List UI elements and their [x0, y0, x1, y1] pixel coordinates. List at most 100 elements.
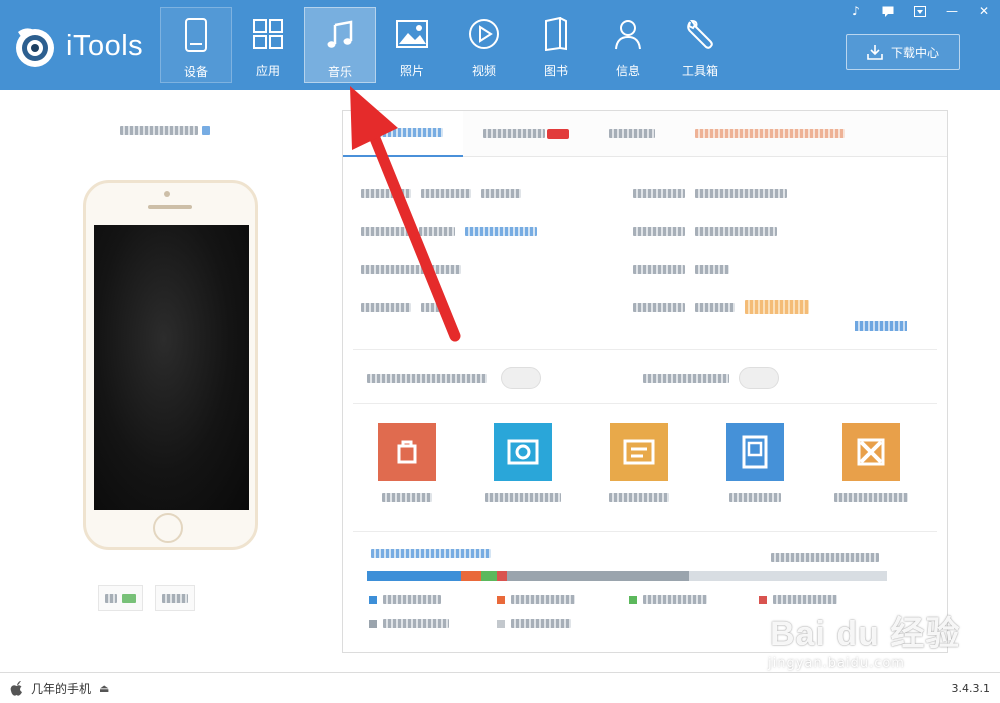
- info-tab[interactable]: [675, 111, 865, 157]
- app-logo-text: iTools: [66, 30, 144, 62]
- dropdown-icon[interactable]: [904, 0, 936, 22]
- quick-tool[interactable]: [463, 423, 583, 502]
- device-action-button[interactable]: [98, 585, 143, 611]
- divider: [353, 531, 937, 532]
- download-center-label: 下载中心: [890, 45, 939, 60]
- nav-video-label: 视频: [471, 64, 496, 78]
- nav-apps-label: 应用: [255, 64, 280, 78]
- quick-tool[interactable]: [347, 423, 467, 502]
- info-row: [633, 223, 777, 239]
- pixelated-text: [633, 188, 685, 198]
- pixelated-text: [633, 264, 685, 274]
- nav-toolbox-label: 工具箱: [681, 64, 718, 78]
- pixelated-text: [643, 374, 729, 383]
- pixelated-text: [834, 493, 908, 502]
- music-note-icon: [322, 17, 358, 53]
- pixelated-text: [367, 374, 487, 383]
- info-row: [633, 185, 787, 201]
- tool-tile-icon: [610, 423, 668, 481]
- pixelated-text: [773, 595, 837, 604]
- pixelated-text: [695, 226, 777, 236]
- wrench-icon: [682, 16, 718, 52]
- nav-music[interactable]: 音乐: [304, 7, 376, 83]
- storage-segment: [481, 571, 497, 581]
- nav-books[interactable]: 图书: [520, 7, 592, 83]
- pixelated-text: [633, 226, 685, 236]
- storage-legend-item: [759, 595, 837, 604]
- watermark-main: Bai du 经验: [770, 615, 961, 653]
- pixelated-text: [695, 264, 729, 274]
- quick-tools: [359, 423, 939, 513]
- info-tab[interactable]: [463, 111, 589, 157]
- pixelated-link[interactable]: [465, 226, 537, 236]
- storage-bar: [367, 571, 887, 581]
- download-center-button[interactable]: 下载中心: [846, 34, 960, 70]
- pixelated-text: [383, 595, 441, 604]
- music-icon[interactable]: ♪: [840, 0, 872, 22]
- user-icon: [610, 16, 646, 52]
- baidu-watermark: Bai du 经验 jingyan.baidu.com: [750, 606, 990, 680]
- phone-home-button: [153, 513, 183, 543]
- quick-tool[interactable]: [579, 423, 699, 502]
- annotation-arrow: [350, 86, 461, 342]
- nav-messages-label: 信息: [615, 64, 640, 78]
- nav-device[interactable]: 设备: [160, 7, 232, 83]
- app-version: 3.4.3.1: [951, 682, 990, 695]
- pixelated-text: [485, 493, 561, 502]
- minimize-icon[interactable]: —: [936, 0, 968, 22]
- legend-swatch: [497, 619, 505, 628]
- nav-books-label: 图书: [543, 64, 568, 78]
- pixelated-text: [695, 302, 735, 312]
- quick-tool[interactable]: [695, 423, 815, 502]
- toggle-row: [367, 363, 927, 393]
- storage-legend-item: [497, 595, 575, 604]
- legend-swatch: [369, 619, 377, 628]
- play-icon: [466, 16, 502, 52]
- download-icon: [867, 45, 883, 60]
- phone-icon: [178, 17, 214, 53]
- divider: [353, 403, 937, 404]
- chat-icon[interactable]: [872, 0, 904, 22]
- close-icon[interactable]: ✕: [968, 0, 1000, 22]
- title-bar: iTools 设备 应用 音乐 照片 视频 图书 信息 工具箱 ♪ — ✕ 下载…: [0, 0, 1000, 90]
- nav-messages[interactable]: 信息: [592, 7, 664, 83]
- pixelated-text: [162, 593, 188, 603]
- nav-device-label: 设备: [183, 65, 208, 79]
- toggle-switch[interactable]: [501, 367, 541, 389]
- status-device[interactable]: 几年的手机 ⏏: [0, 680, 109, 697]
- window-controls: ♪ — ✕: [840, 0, 1000, 22]
- pixelated-text: [609, 129, 655, 138]
- tool-tile-icon: [842, 423, 900, 481]
- pixelated-icon: [105, 593, 117, 603]
- device-action-button[interactable]: [155, 585, 195, 611]
- apple-icon: [10, 680, 22, 696]
- nav-photos[interactable]: 照片: [376, 7, 448, 83]
- pixelated-text: [633, 302, 685, 312]
- pixelated-link[interactable]: [855, 321, 907, 331]
- new-badge: [547, 128, 569, 139]
- nav-photos-label: 照片: [399, 64, 424, 78]
- phone-screen: [94, 225, 249, 510]
- nav-apps[interactable]: 应用: [232, 7, 304, 83]
- nav-video[interactable]: 视频: [448, 7, 520, 83]
- storage-legend-item: [369, 595, 441, 604]
- eject-icon[interactable]: ⏏: [99, 682, 109, 695]
- pixelated-text: [481, 188, 521, 198]
- legend-swatch: [629, 595, 637, 604]
- toggle-switch[interactable]: [739, 367, 779, 389]
- storage-segment: [507, 571, 690, 581]
- phone-speaker: [148, 205, 192, 209]
- info-tab[interactable]: [589, 111, 675, 157]
- main-nav: 设备 应用 音乐 照片 视频 图书 信息 工具箱: [160, 7, 736, 83]
- storage-segment: [496, 571, 508, 581]
- quick-tool[interactable]: [811, 423, 931, 502]
- pixelated-text: [511, 619, 571, 628]
- status-device-name: 几年的手机: [31, 681, 92, 696]
- phone-camera: [164, 191, 170, 197]
- apps-grid-icon: [250, 16, 286, 52]
- tool-tile-icon: [494, 423, 552, 481]
- device-name-pixelated[interactable]: [120, 122, 230, 138]
- picture-icon: [394, 16, 430, 52]
- nav-toolbox[interactable]: 工具箱: [664, 7, 736, 83]
- storage-legend-item: [369, 619, 449, 628]
